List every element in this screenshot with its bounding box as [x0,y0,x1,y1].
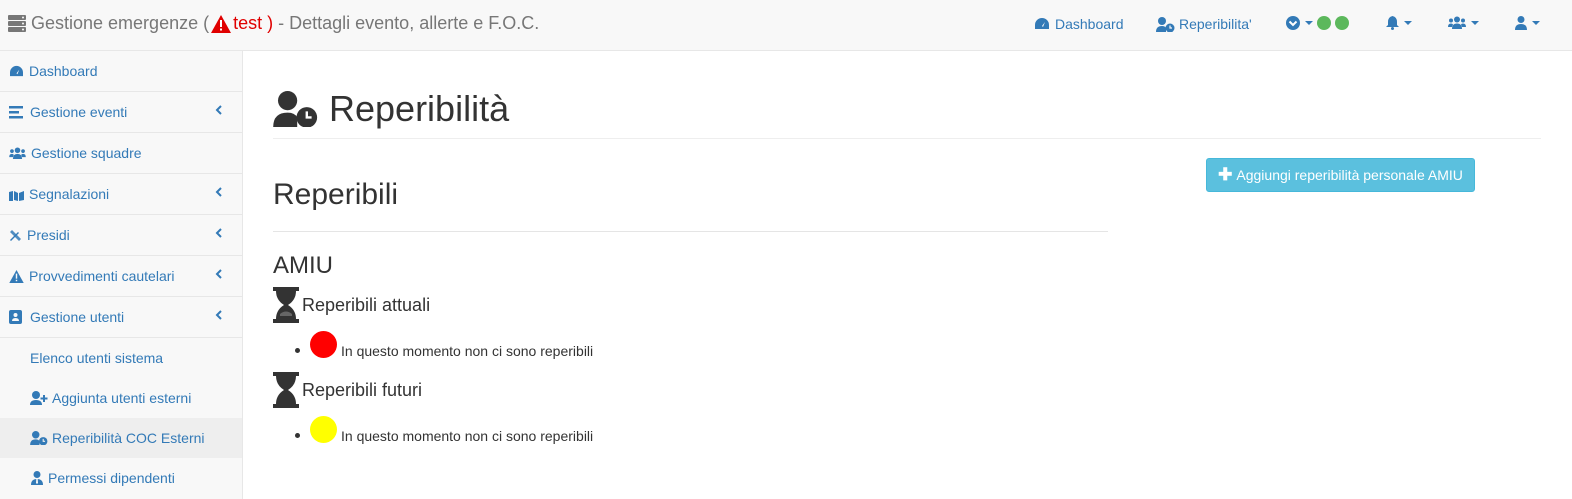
sidebar-item-label: Gestione utenti [30,309,125,325]
app-title[interactable]: Gestione emergenze ( test ) - Dettagli e… [8,13,539,34]
map-marked-icon [9,190,24,201]
reperibili-attuali-heading: Reperibili attuali [273,287,430,323]
users-icon [1448,16,1466,29]
bullet [295,432,300,438]
groups-dropdown[interactable] [1448,16,1479,29]
caret-down-icon [1404,21,1412,25]
sidebar-subitem-elenco-utenti[interactable]: Elenco utenti sistema [0,338,242,378]
status-indicator-2 [1335,16,1349,30]
chevron-left-icon [215,228,222,238]
status-indicator-1 [1317,16,1331,30]
dashboard-icon [1035,18,1049,29]
sidebar-item-label: Presidi [27,227,70,243]
chevron-left-icon [215,105,222,115]
page-title: Reperibilità [329,88,510,129]
server-icon [8,15,26,32]
user-clock-icon [1156,16,1175,32]
caret-down-icon [1471,20,1479,25]
warning-icon [211,14,232,33]
sidebar-item-label: Gestione eventi [30,104,128,120]
top-navbar: Gestione emergenze ( test ) - Dettagli e… [0,0,1572,51]
app-title-suffix: - Dettagli evento, allerte e F.O.C. [278,13,540,33]
caret-down-icon [1532,21,1540,25]
add-reperibilita-button[interactable]: ✚ Aggiungi reperibilità personale AMIU [1206,158,1475,192]
nav-dashboard[interactable]: Dashboard [1034,16,1124,32]
main-content: Reperibilità ✚ Aggiungi reperibilità per… [243,51,1572,499]
caret-down-icon [1305,21,1313,25]
sidebar-item-provvedimenti[interactable]: Provvedimenti cautelari [0,256,242,297]
section-title: Reperibili [273,178,399,211]
bell-icon [1386,16,1399,30]
chevron-left-icon [215,269,222,279]
sidebar-subitem-aggiunta-utenti[interactable]: Aggiunta utenti esterni [0,378,242,418]
sidebar-item-label: Segnalazioni [29,186,110,202]
chevron-circle-down-icon [1286,16,1300,30]
reperibili-futuri-heading: Reperibili futuri [273,372,422,408]
group-title: AMIU [273,252,333,279]
sidebar-item-segnalazioni[interactable]: Segnalazioni [0,174,242,215]
app-title-prefix: Gestione emergenze ( [31,13,210,33]
sidebar-subitem-permessi[interactable]: Permessi dipendenti [0,458,242,498]
notifications-dropdown[interactable] [1386,16,1412,30]
nav-reperibilita[interactable]: Reperibilita' [1156,16,1252,32]
sidebar-subitem-label: Reperibilità COC Esterni [52,430,205,446]
user-plus-icon [30,391,48,405]
status-dropdown[interactable] [1286,16,1349,30]
sidebar-item-label: Provvedimenti cautelari [29,268,175,284]
divider [273,231,1108,232]
add-reperibilita-label: Aggiungi reperibilità personale AMIU [1236,167,1463,183]
sidebar-item-gestione-utenti[interactable]: Gestione utenti [0,297,242,338]
user-dropdown[interactable] [1515,16,1540,30]
bullet [295,347,300,353]
plus-icon: ✚ [1218,165,1233,184]
sidebar-item-gestione-eventi[interactable]: Gestione eventi [0,92,242,133]
sidebar: Dashboard Gestione eventi Gestione squad… [0,51,243,499]
sidebar-subitem-label: Permessi dipendenti [48,470,175,486]
user-icon [1515,16,1527,30]
sidebar-item-presidi[interactable]: Presidi [0,215,242,256]
user-tie-icon [31,471,43,485]
hourglass-icon [273,287,299,323]
dashboard-icon [10,65,23,76]
sidebar-item-gestione-squadre[interactable]: Gestione squadre [0,133,242,174]
users-icon [9,147,26,159]
sidebar-item-label: Gestione squadre [31,145,142,161]
reperibili-attuali-title: Reperibili attuali [302,294,431,315]
address-book-icon [9,310,22,324]
list-item: In questo momento non ci sono reperibili [295,330,594,359]
reperibili-futuri-message: In questo momento non ci sono reperibili [341,428,594,444]
chevron-left-icon [215,310,222,320]
status-circle-red [310,330,337,358]
user-clock-icon [273,91,318,127]
nav-dashboard-label: Dashboard [1055,16,1124,32]
chevron-left-icon [215,187,222,197]
hourglass-icon [273,372,299,408]
list-item: In questo momento non ci sono reperibili [295,415,594,444]
status-circle-yellow [310,415,337,443]
page-header: Reperibilità [273,87,1541,139]
reperibili-futuri-title: Reperibili futuri [302,379,423,400]
reperibili-attuali-message: In questo momento non ci sono reperibili [341,343,594,359]
sidebar-item-dashboard[interactable]: Dashboard [0,51,242,92]
sidebar-subitem-label: Aggiunta utenti esterni [52,390,192,406]
warning-icon [9,269,24,283]
sidebar-subitem-label: Elenco utenti sistema [30,350,164,366]
sidebar-subitem-reperibilita-coc[interactable]: Reperibilità COC Esterni [0,418,242,458]
sidebar-item-label: Dashboard [29,63,98,79]
env-label: test ) [233,13,274,33]
list-icon [9,105,23,118]
tools-icon [10,229,21,241]
nav-reperibilita-label: Reperibilita' [1179,16,1252,32]
user-clock-icon [30,431,48,445]
